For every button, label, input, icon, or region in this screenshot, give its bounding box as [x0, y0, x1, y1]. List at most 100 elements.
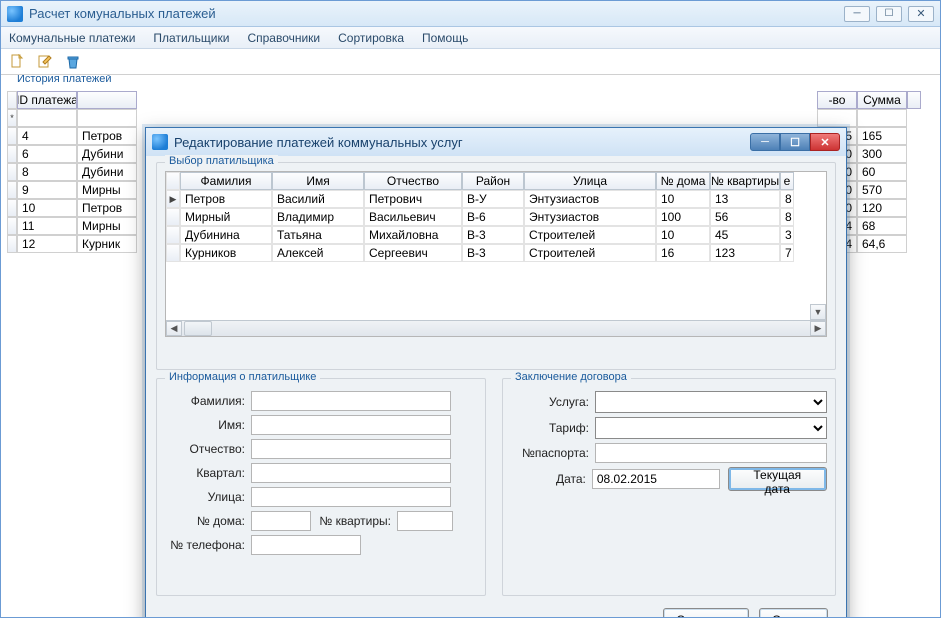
- row-handle[interactable]: [7, 163, 17, 181]
- cell-t[interactable]: 3: [780, 226, 794, 244]
- service-select[interactable]: [595, 391, 827, 413]
- cell-name[interactable]: Мирны: [77, 217, 137, 235]
- col-name-stub[interactable]: [77, 91, 137, 109]
- current-date-button[interactable]: Текущая дата: [728, 467, 827, 491]
- menu-help[interactable]: Помощь: [422, 31, 468, 45]
- cell-id[interactable]: 9: [17, 181, 77, 199]
- menu-communal[interactable]: Комунальные платежи: [9, 31, 135, 45]
- col-street[interactable]: Улица: [524, 172, 656, 190]
- cell-i[interactable]: Татьяна: [272, 226, 364, 244]
- row-handle[interactable]: [166, 226, 180, 244]
- cell-id[interactable]: 6: [17, 145, 77, 163]
- table-row[interactable]: КурниковАлексейСергеевичВ-3Строителей161…: [166, 244, 826, 262]
- cell-name[interactable]: Петров: [77, 199, 137, 217]
- house-field[interactable]: [251, 511, 311, 531]
- cell-sum[interactable]: 64,6: [857, 235, 907, 253]
- save-button[interactable]: Сохранить: [663, 608, 749, 617]
- passport-field[interactable]: [595, 443, 827, 463]
- toolbar-new-button[interactable]: [7, 52, 27, 72]
- cell-a[interactable]: 123: [710, 244, 780, 262]
- cell-sum[interactable]: 165: [857, 127, 907, 145]
- cell-t[interactable]: 8: [780, 208, 794, 226]
- tariff-select[interactable]: [595, 417, 827, 439]
- table-row[interactable]: МирныйВладимирВасильевичВ-6Энтузиастов10…: [166, 208, 826, 226]
- cell-i[interactable]: Василий: [272, 190, 364, 208]
- dialog-maximize-button[interactable]: ☐: [780, 133, 810, 151]
- row-handle[interactable]: [166, 208, 180, 226]
- cell-h[interactable]: 10: [656, 226, 710, 244]
- col-house[interactable]: № дома: [656, 172, 710, 190]
- cell-sum[interactable]: 300: [857, 145, 907, 163]
- cell-r[interactable]: В-6: [462, 208, 524, 226]
- row-handle[interactable]: [7, 181, 17, 199]
- cell-sum[interactable]: 120: [857, 199, 907, 217]
- row-handle[interactable]: [166, 244, 180, 262]
- col-extra[interactable]: е: [780, 172, 794, 190]
- horizontal-scrollbar[interactable]: ◀ ▶: [166, 320, 826, 336]
- quarter-field[interactable]: [251, 463, 451, 483]
- table-row[interactable]: ДубининаТатьянаМихайловнаВ-3Строителей10…: [166, 226, 826, 244]
- menu-refs[interactable]: Справочники: [247, 31, 320, 45]
- street-field[interactable]: [251, 487, 451, 507]
- toolbar-delete-button[interactable]: [63, 52, 83, 72]
- col-district[interactable]: Район: [462, 172, 524, 190]
- cell-i[interactable]: Алексей: [272, 244, 364, 262]
- cell-name[interactable]: Петров: [77, 127, 137, 145]
- cell-id[interactable]: 8: [17, 163, 77, 181]
- col-patronymic[interactable]: Отчество: [364, 172, 462, 190]
- scroll-left-button[interactable]: ◀: [166, 321, 182, 336]
- cell-sum[interactable]: 570: [857, 181, 907, 199]
- cell-r[interactable]: В-3: [462, 244, 524, 262]
- cell-o[interactable]: Васильевич: [364, 208, 462, 226]
- scroll-right-button[interactable]: ▶: [810, 321, 826, 336]
- cell-o[interactable]: Сергеевич: [364, 244, 462, 262]
- date-field[interactable]: [592, 469, 720, 489]
- vertical-scroll-down-button[interactable]: ▼: [810, 304, 826, 320]
- cell-sum[interactable]: [857, 109, 907, 127]
- cell-a[interactable]: 56: [710, 208, 780, 226]
- name-field[interactable]: [251, 415, 451, 435]
- phone-field[interactable]: [251, 535, 361, 555]
- cell-h[interactable]: 16: [656, 244, 710, 262]
- col-surname[interactable]: Фамилия: [180, 172, 272, 190]
- cell-f[interactable]: Мирный: [180, 208, 272, 226]
- minimize-button[interactable]: ─: [844, 6, 870, 22]
- cell-name[interactable]: Курник: [77, 235, 137, 253]
- table-row[interactable]: ▶ПетровВасилийПетровичВ-УЭнтузиастов1013…: [166, 190, 826, 208]
- cell-f[interactable]: Курников: [180, 244, 272, 262]
- cell-f[interactable]: Дубинина: [180, 226, 272, 244]
- cell-id[interactable]: 4: [17, 127, 77, 145]
- col-flat[interactable]: № квартиры: [710, 172, 780, 190]
- col-id[interactable]: ID платежа: [17, 91, 77, 109]
- cell-id[interactable]: 12: [17, 235, 77, 253]
- cell-name[interactable]: Дубини: [77, 145, 137, 163]
- cell-name[interactable]: Мирны: [77, 181, 137, 199]
- dialog-titlebar[interactable]: Редактирование платежей коммунальных усл…: [146, 128, 846, 156]
- cell-t[interactable]: 8: [780, 190, 794, 208]
- cell-name[interactable]: [77, 109, 137, 127]
- dialog-minimize-button[interactable]: ─: [750, 133, 780, 151]
- surname-field[interactable]: [251, 391, 451, 411]
- col-sum[interactable]: Сумма: [857, 91, 907, 109]
- menu-sort[interactable]: Сортировка: [338, 31, 404, 45]
- flat-field[interactable]: [397, 511, 453, 531]
- cell-sum[interactable]: 60: [857, 163, 907, 181]
- row-handle[interactable]: [7, 217, 17, 235]
- row-handle[interactable]: [7, 145, 17, 163]
- row-handle[interactable]: [7, 127, 17, 145]
- row-handle[interactable]: [7, 235, 17, 253]
- cell-name[interactable]: Дубини: [77, 163, 137, 181]
- cell-s[interactable]: Энтузиастов: [524, 190, 656, 208]
- row-handle[interactable]: ▶: [166, 190, 180, 208]
- dialog-close-button[interactable]: ✕: [810, 133, 840, 151]
- cell-s[interactable]: Энтузиастов: [524, 208, 656, 226]
- cell-qty[interactable]: [817, 109, 857, 127]
- toolbar-edit-button[interactable]: [35, 52, 55, 72]
- cell-id[interactable]: 11: [17, 217, 77, 235]
- cell-i[interactable]: Владимир: [272, 208, 364, 226]
- row-handle[interactable]: [7, 199, 17, 217]
- cell-o[interactable]: Михайловна: [364, 226, 462, 244]
- close-button[interactable]: ✕: [908, 6, 934, 22]
- cell-r[interactable]: В-У: [462, 190, 524, 208]
- col-name[interactable]: Имя: [272, 172, 364, 190]
